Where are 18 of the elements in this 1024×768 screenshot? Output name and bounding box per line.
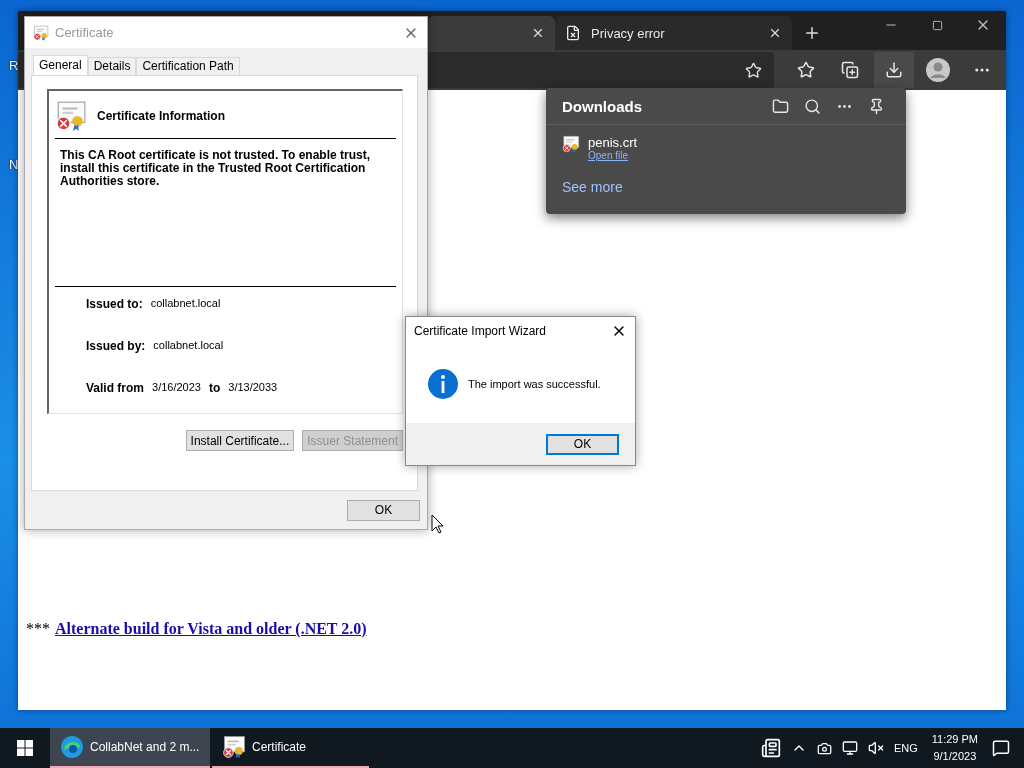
page-text: *** [26, 620, 50, 637]
panel-title: Downloads [562, 97, 643, 115]
field-value: 3/16/2023 [152, 381, 201, 395]
dialog-title: Certificate [55, 25, 115, 40]
time-text: 11:29 PM [931, 732, 978, 747]
field-label: to [208, 381, 221, 397]
field-label: Issued by: [86, 339, 146, 355]
field-label: Issued to: [86, 297, 143, 313]
date-text: 9/1/2023 [933, 749, 977, 764]
field-value: collabnet.local [153, 339, 224, 353]
tab-title: Privacy error [591, 25, 665, 41]
section-heading: Certificate Information [97, 109, 225, 123]
field-value: collabnet.local [150, 297, 221, 311]
trust-message: This CA Root certificate is not trusted. To enable trust, install this certificate in the Trusted Root Certification Authorities store. [60, 149, 372, 190]
dialog-title: Certificate Import Wizard [414, 324, 548, 338]
wizard-message: The import was successful. [468, 378, 601, 390]
field-value: 3/13/2033 [228, 381, 278, 395]
field-label: Valid from [86, 381, 144, 397]
